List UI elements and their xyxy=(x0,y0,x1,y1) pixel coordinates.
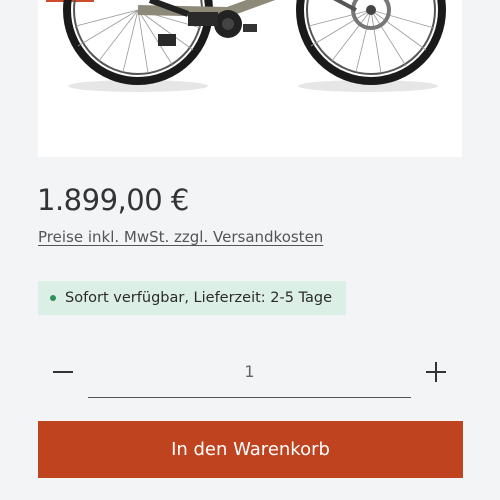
e-bike-image xyxy=(46,0,446,92)
availability-badge: Sofort verfügbar, Lieferzeit: 2-5 Tage xyxy=(38,281,347,315)
increase-quantity-button[interactable] xyxy=(419,355,453,389)
status-dot-icon xyxy=(50,295,56,301)
plus-icon xyxy=(426,362,446,382)
minus-icon xyxy=(53,371,73,373)
add-to-cart-button[interactable]: In den Warenkorb xyxy=(38,421,463,478)
quantity-input[interactable] xyxy=(88,358,411,398)
product-price: 1.899,00 € xyxy=(37,183,189,217)
shipping-info-link[interactable]: Preise inkl. MwSt. zzgl. Versandkosten xyxy=(38,228,323,246)
decrease-quantity-button[interactable] xyxy=(46,355,80,389)
availability-text: Sofort verfügbar, Lieferzeit: 2-5 Tage xyxy=(65,290,333,306)
product-detail: 1.899,00 € Preise inkl. MwSt. zzgl. Vers… xyxy=(0,0,500,500)
product-image xyxy=(38,0,462,157)
